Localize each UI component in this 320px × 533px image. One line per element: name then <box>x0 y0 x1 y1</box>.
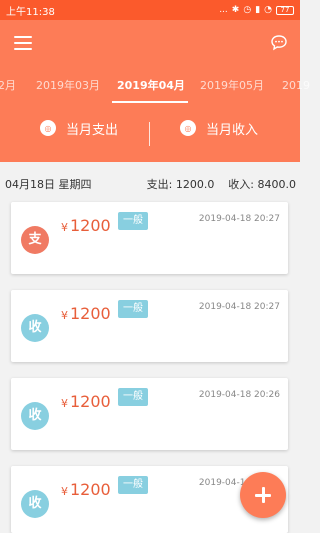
category-tag: 一般 <box>118 476 148 494</box>
record-amount: ¥1200 <box>61 480 111 499</box>
menu-icon[interactable] <box>14 36 32 52</box>
summary-divider <box>149 122 150 146</box>
amount-value: 1200 <box>70 304 111 323</box>
monthly-expense-button[interactable]: ◎ 当月支出 <box>40 114 118 142</box>
amount-value: 1200 <box>70 392 111 411</box>
signal-icon: ▮ <box>255 5 261 15</box>
app-bar <box>0 20 300 68</box>
alarm-icon: ◷ <box>243 5 252 15</box>
status-time: 上午11:38 <box>6 6 55 18</box>
income-type-avatar: 收 <box>21 490 49 518</box>
status-icons: ... ✱ ◷ ▮ ◔ 77 <box>219 5 294 15</box>
day-header: 04月18日 星期四 支出: 1200.0 收入: 8400.0 <box>0 162 300 202</box>
status-dots: ... <box>219 5 228 15</box>
tab-month-feb[interactable]: 2月 <box>0 68 16 104</box>
category-tag: 一般 <box>118 388 148 406</box>
record-card[interactable]: 收 ¥1200 一般 2019-04-18 20:27 <box>11 290 288 362</box>
record-card[interactable]: 收 ¥1200 一般 2019-04-18 20:26 <box>11 378 288 450</box>
category-tag: 一般 <box>118 212 148 230</box>
summary-bar: ◎ 当月支出 ◎ 当月收入 <box>0 104 300 162</box>
amount-value: 1200 <box>70 216 111 235</box>
tab-month-mar[interactable]: 2019年03月 <box>36 68 100 104</box>
battery-icon: 77 <box>276 5 294 15</box>
record-time: 2019-04-18 20:26 <box>198 390 280 400</box>
currency-symbol: ¥ <box>61 221 68 234</box>
amount-value: 1200 <box>70 480 111 499</box>
status-bar: 上午11:38 ... ✱ ◷ ▮ ◔ 77 <box>0 0 300 20</box>
record-amount: ¥1200 <box>61 304 111 323</box>
monthly-income-label: 当月收入 <box>206 122 259 138</box>
expense-icon: ◎ <box>40 120 56 136</box>
add-record-button[interactable] <box>240 472 286 518</box>
category-tag: 一般 <box>118 300 148 318</box>
expense-type-avatar: 支 <box>21 226 49 254</box>
currency-symbol: ¥ <box>61 397 68 410</box>
income-type-avatar: 收 <box>21 314 49 342</box>
tab-indicator <box>112 101 188 103</box>
bluetooth-icon: ✱ <box>231 5 240 15</box>
monthly-income-button[interactable]: ◎ 当月收入 <box>180 114 258 142</box>
day-date: 04月18日 星期四 <box>5 178 92 191</box>
currency-symbol: ¥ <box>61 309 68 322</box>
tab-month-next[interactable]: 2019 <box>282 68 310 104</box>
monthly-expense-label: 当月支出 <box>66 122 119 138</box>
tab-month-may[interactable]: 2019年05月 <box>200 68 264 104</box>
record-amount: ¥1200 <box>61 392 111 411</box>
day-totals: 支出: 1200.0 收入: 8400.0 <box>146 178 296 191</box>
currency-symbol: ¥ <box>61 485 68 498</box>
record-time: 2019-04-18 20:27 <box>198 302 280 312</box>
wifi-icon: ◔ <box>264 5 272 15</box>
record-time: 2019-04-18 20:27 <box>198 214 280 224</box>
record-amount: ¥1200 <box>61 216 111 235</box>
tab-month-apr[interactable]: 2019年04月 <box>117 68 185 104</box>
month-tabs: 2月 2019年03月 2019年04月 2019年05月 2019 <box>0 68 310 104</box>
record-card[interactable]: 支 ¥1200 一般 2019-04-18 20:27 <box>11 202 288 274</box>
chat-icon[interactable] <box>270 34 288 52</box>
income-type-avatar: 收 <box>21 402 49 430</box>
income-icon: ◎ <box>180 120 196 136</box>
